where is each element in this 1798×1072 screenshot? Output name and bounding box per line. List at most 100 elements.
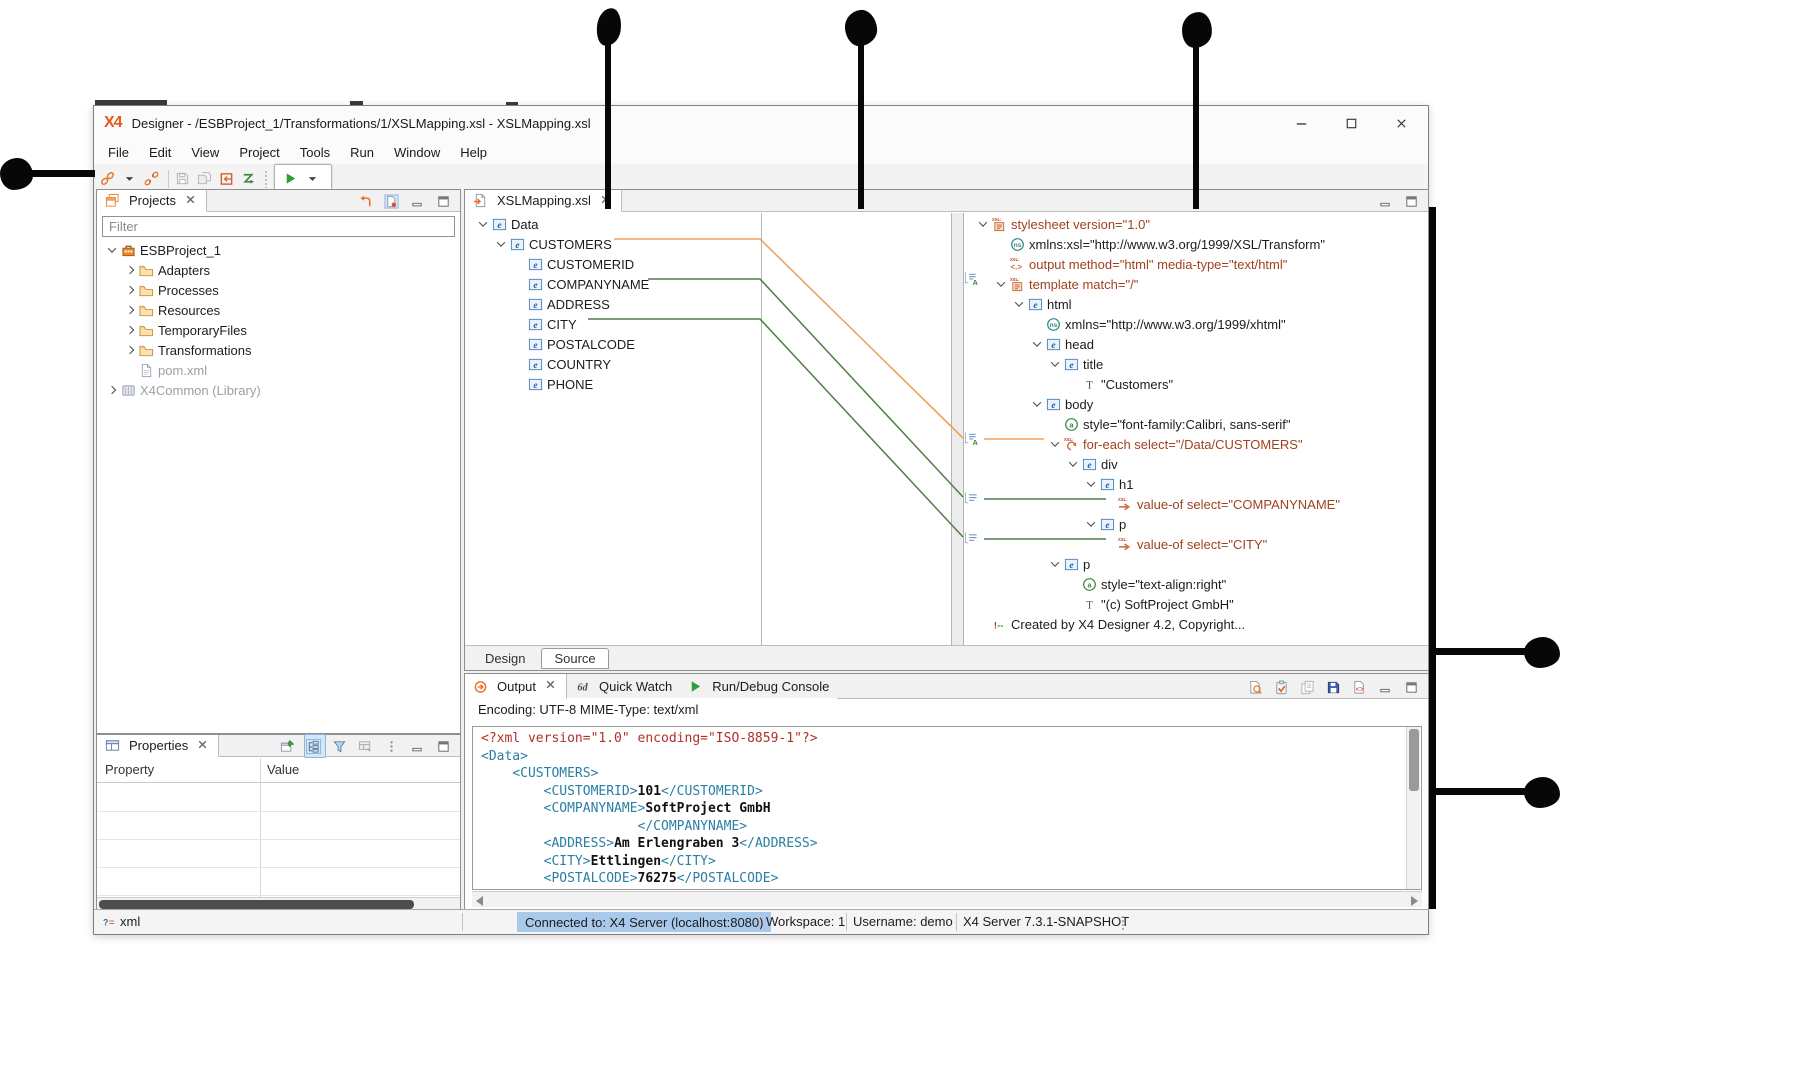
output-console[interactable]: <?xml version="1.0" encoding="ISO-8859-1… [472,726,1422,890]
deploy-button[interactable] [217,167,239,191]
xsl-tree-row[interactable]: ep [965,514,1428,534]
link-button[interactable] [98,167,120,191]
map-anchor-icon[interactable]: A [964,431,984,447]
menu-help[interactable]: Help [450,142,497,163]
win-min-button[interactable] [408,189,430,213]
menu-file[interactable]: File [98,142,139,163]
clip-check-button[interactable] [1272,675,1294,699]
close-button[interactable] [1378,106,1428,140]
minimize-button[interactable] [1278,106,1328,140]
save-button[interactable] [173,167,195,191]
xsl-tree-row[interactable]: nsxmlns:xsl="http://www.w3.org/1999/XSL/… [965,234,1428,254]
map-anchor-icon[interactable]: A [964,271,984,287]
tab-xslmapping[interactable]: XSLMapping.xsl [465,190,622,212]
vdots-button[interactable] [382,734,404,758]
run-button[interactable] [281,167,303,191]
output-vscrollbar[interactable] [1406,727,1420,889]
floppy-save-button[interactable] [1324,675,1346,699]
close-icon[interactable] [183,192,198,210]
output-hscrollbar[interactable] [472,891,1422,907]
projects-tree-row[interactable]: Adapters [97,260,460,280]
source-tree-row[interactable]: eADDRESS [465,294,755,314]
chevron-open-icon[interactable] [1051,358,1059,366]
xsl-tree-row[interactable]: eh1 [965,474,1428,494]
menu-project[interactable]: Project [229,142,289,163]
chevron-open-icon[interactable] [1051,558,1059,566]
win-max2-button[interactable] [434,189,456,213]
win-max2-button[interactable] [434,734,456,758]
xsl-tree-row[interactable]: etitle [965,354,1428,374]
table-arrow-button[interactable] [356,734,378,758]
chevron-open-icon[interactable] [1087,518,1095,526]
close-icon[interactable] [543,677,558,695]
doc-mag-button[interactable] [1246,675,1268,699]
scroll-right-icon[interactable] [1411,896,1418,906]
map-anchor-icon[interactable] [964,491,984,507]
caret-button[interactable] [120,167,142,191]
tab-design[interactable]: Design [473,649,537,668]
projects-tree-row[interactable]: X4Common (Library) [97,380,460,400]
chevron-open-icon[interactable] [1051,438,1059,446]
chevron-closed-icon[interactable] [126,326,134,334]
projects-tree-row[interactable]: Processes [97,280,460,300]
mapping-sash[interactable] [951,213,964,646]
save-all-button[interactable] [195,167,217,191]
column-divider[interactable] [260,758,261,898]
source-tree-row[interactable]: eCITY [465,314,755,334]
xsl-tree-row[interactable]: ediv [965,454,1428,474]
linked-doc-button[interactable] [382,189,404,213]
chevron-open-icon[interactable] [1069,458,1077,466]
collapse-arrow-button[interactable] [356,189,378,213]
chevron-open-icon[interactable] [497,238,505,246]
tab-quick-watch[interactable]: 6dQuick Watch [567,674,680,699]
xsl-tree-row[interactable]: nsxmlns="http://www.w3.org/1999/xhtml" [965,314,1428,334]
copy-button[interactable] [1298,675,1320,699]
win-min-button[interactable] [1376,189,1398,213]
tab-properties[interactable]: Properties [97,735,219,757]
menu-run[interactable]: Run [340,142,384,163]
source-tree-row[interactable]: eCOUNTRY [465,354,755,374]
chevron-open-icon[interactable] [1033,338,1041,346]
xsl-tree-row[interactable]: ehtml [965,294,1428,314]
projects-tree-row[interactable]: Transformations [97,340,460,360]
source-tree-row[interactable]: eData [465,214,755,234]
xsl-tree-row[interactable]: ebody [965,394,1428,414]
xsl-tree-row[interactable]: XSL:value-of select="COMPANYNAME" [965,494,1428,514]
xsl-tree-row[interactable]: XSL:stylesheet version="1.0" [965,214,1428,234]
menu-window[interactable]: Window [384,142,450,163]
maximize-button[interactable] [1328,106,1378,140]
map-anchor-icon[interactable] [964,531,984,547]
tab-output[interactable]: Output [465,674,567,699]
xsl-tree-row[interactable]: astyle="font-family:Calibri, sans-serif" [965,414,1428,434]
tab-run-debug-console[interactable]: Run/Debug Console [680,674,837,699]
xsl-tree-row[interactable]: astyle="text-align:right" [965,574,1428,594]
caret-button[interactable] [303,167,325,191]
pin-view-button[interactable] [278,734,300,758]
source-tree-row[interactable]: eCOMPANYNAME [465,274,755,294]
compare-button[interactable] [239,167,261,191]
xsl-tree-row[interactable]: XSL:template match="/" [965,274,1428,294]
close-icon[interactable] [195,737,210,755]
xsl-tree-row[interactable]: !--Created by X4 Designer 4.2, Copyright… [965,614,1428,634]
chevron-open-icon[interactable] [1033,398,1041,406]
chevron-closed-icon[interactable] [108,386,116,394]
xsl-tree-row[interactable]: ep [965,554,1428,574]
menu-edit[interactable]: Edit [139,142,181,163]
scrollbar-handle[interactable] [99,900,414,909]
win-min-button[interactable] [1376,675,1398,699]
xsl-tree-row[interactable]: ehead [965,334,1428,354]
doc-code-button[interactable]: <> [1350,675,1372,699]
chevron-open-icon[interactable] [1087,478,1095,486]
win-min-button[interactable] [408,734,430,758]
chevron-closed-icon[interactable] [126,266,134,274]
chevron-open-icon[interactable] [108,244,116,252]
link-broken-button[interactable] [142,167,164,191]
chevron-open-icon[interactable] [997,278,1005,286]
xsl-tree-row[interactable]: XSL:for-each select="/Data/CUSTOMERS" [965,434,1428,454]
projects-tree-row[interactable]: Resources [97,300,460,320]
chevron-closed-icon[interactable] [126,306,134,314]
xsl-tree-row[interactable]: T"(c) SoftProject GmbH" [965,594,1428,614]
menu-tools[interactable]: Tools [290,142,340,163]
win-max2-button[interactable] [1402,675,1424,699]
chevron-open-icon[interactable] [979,218,987,226]
